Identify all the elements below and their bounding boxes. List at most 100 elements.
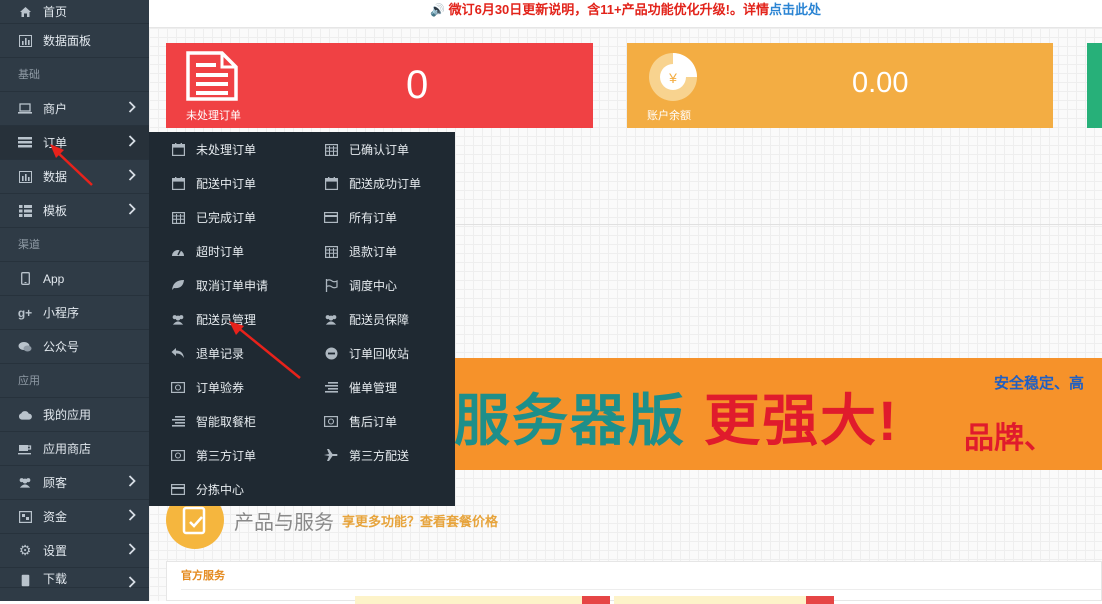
submenu-all-orders[interactable]: 所有订单 [324,200,397,234]
sidebar-item-label: 商户 [43,102,68,116]
sidebar-item-label: 我的应用 [43,408,92,422]
sidebar-item-funds[interactable]: 资金 [0,500,149,534]
submenu-courier-insurance[interactable]: 配送员保障 [324,302,409,336]
sidebar-item-label: 首页 [43,5,68,19]
sidebar-section-channel: 渠道 [0,228,149,262]
submenu-label: 智能取餐柜 [196,414,257,429]
sidebar-item-label: 资金 [43,510,68,524]
coffee-icon [18,442,32,456]
sidebar-section-basic: 基础 [0,58,149,92]
submenu-smart-locker[interactable]: 智能取餐柜 [171,404,256,438]
submenu-sorting-center[interactable]: 分拣中心 [171,472,244,506]
list-icon [18,136,32,150]
promo-banner[interactable]: 服务器版 更强大! 安全稳定、高 品牌、 [454,358,1102,470]
submenu-dispatch-center[interactable]: 调度中心 [324,268,397,302]
submenu-label: 未处理订单 [196,142,257,157]
submenu-label: 配送员管理 [196,312,257,327]
submenu-unprocessed-orders[interactable]: 未处理订单 [171,132,256,166]
sidebar-item-orders[interactable]: 订单 [0,126,149,160]
sidebar-item-official-account[interactable]: 公众号 [0,330,149,364]
sidebar-item-merchant[interactable]: 商户 [0,92,149,126]
speaker-icon: 🔊 [430,3,445,17]
mobile-icon [18,272,32,286]
sidebar-item-dashboard[interactable]: 数据面板 [0,24,149,58]
home-icon [18,5,32,19]
sidebar-item-home[interactable]: 首页 [0,0,149,24]
credit-card-icon [324,210,338,224]
submenu-courier-management[interactable]: 配送员管理 [171,302,256,336]
google-plus-icon: g+ [17,305,33,320]
cloud-icon [18,408,32,422]
balance-value: 0.00 [852,67,909,99]
submenu-label: 已完成订单 [196,210,257,225]
users-icon [18,476,32,490]
calendar-icon [171,176,185,190]
products-title: 产品与服务 [234,511,334,534]
balance-label: 账户余额 [647,110,691,122]
submenu-delivered-orders[interactable]: 配送成功订单 [324,166,421,200]
sidebar-item-customers[interactable]: 顾客 [0,466,149,500]
submenu-label: 退单记录 [196,346,245,361]
sidebar-item-download[interactable]: 下载 [0,568,149,588]
submenu-confirmed-orders[interactable]: 已确认订单 [324,132,409,166]
calendar-grid-icon [171,210,185,224]
submenu-label: 订单回收站 [349,346,410,361]
submenu-cancel-requests[interactable]: 取消订单申请 [171,268,268,302]
submenu-label: 第三方配送 [349,448,410,463]
grid-icon [18,204,32,218]
submenu-label: 配送中订单 [196,176,257,191]
chevron-right-icon [128,475,136,490]
official-services-divider [181,589,1101,590]
submenu-label: 配送员保障 [349,312,410,327]
submenu-third-party-orders[interactable]: 第三方订单 [171,438,256,472]
unprocessed-count: 0 [406,63,429,107]
flag-icon [324,278,338,292]
service-tag [806,596,834,604]
sidebar-item-my-apps[interactable]: 我的应用 [0,398,149,432]
align-right-icon [171,414,185,428]
sidebar-item-label: 模板 [43,204,68,218]
submenu-third-party-delivery[interactable]: 第三方配送 [324,438,409,472]
chevron-right-icon [128,509,136,524]
dashboard-icon [171,244,185,258]
orders-submenu: 未处理订单 已确认订单 配送中订单 配送成功订单 已完成订单 所有订单 超时订单… [149,132,455,506]
sidebar-item-app[interactable]: App [0,262,149,296]
submenu-label: 调度中心 [349,278,398,293]
submenu-coupon-verification[interactable]: 订单验券 [171,370,244,404]
submenu-order-recycle-bin[interactable]: 订单回收站 [324,336,409,370]
sidebar-item-label: 设置 [43,544,68,558]
official-services-title: 官方服务 [181,570,225,582]
yuan-coin-icon: ¥ [647,51,699,106]
banner-brand-text: 品牌、 [964,422,1054,455]
sidebar-item-settings[interactable]: ⚙ 设置 [0,534,149,568]
account-balance-card[interactable]: ¥ 0.00 账户余额 [627,43,1053,128]
sidebar-item-app-store[interactable]: 应用商店 [0,432,149,466]
sidebar-item-label: 订单 [43,136,68,150]
banner-highlight-text: 更强大! [704,389,899,452]
submenu-completed-orders[interactable]: 已完成订单 [171,200,256,234]
submenu-reminder-management[interactable]: 催单管理 [324,370,397,404]
third-stat-card[interactable] [1087,43,1102,128]
submenu-label: 所有订单 [349,210,398,225]
phone-icon [18,573,32,587]
submenu-return-records[interactable]: 退单记录 [171,336,244,370]
money-icon [324,414,338,428]
sidebar-item-template[interactable]: 模板 [0,194,149,228]
sidebar-item-miniprogram[interactable]: g+ 小程序 [0,296,149,330]
submenu-overdue-orders[interactable]: 超时订单 [171,234,244,268]
unprocessed-orders-card[interactable]: 0 未处理订单 [166,43,593,128]
submenu-delivering-orders[interactable]: 配送中订单 [171,166,256,200]
submenu-label: 分拣中心 [196,482,245,497]
money-icon [171,448,185,462]
sidebar-item-label: 公众号 [43,340,80,354]
service-tile[interactable] [355,596,610,604]
products-pricing-link[interactable]: 享更多功能？查看套餐价格 [342,511,498,530]
submenu-refund-orders[interactable]: 退款订单 [324,234,397,268]
sidebar-item-label: 顾客 [43,476,68,490]
sidebar-item-data[interactable]: 数据 [0,160,149,194]
notice-link[interactable]: 点击此处 [769,2,821,17]
service-tile[interactable] [614,596,834,604]
submenu-label: 已确认订单 [349,142,410,157]
submenu-after-sales-orders[interactable]: 售后订单 [324,404,397,438]
calendar-icon [171,142,185,156]
